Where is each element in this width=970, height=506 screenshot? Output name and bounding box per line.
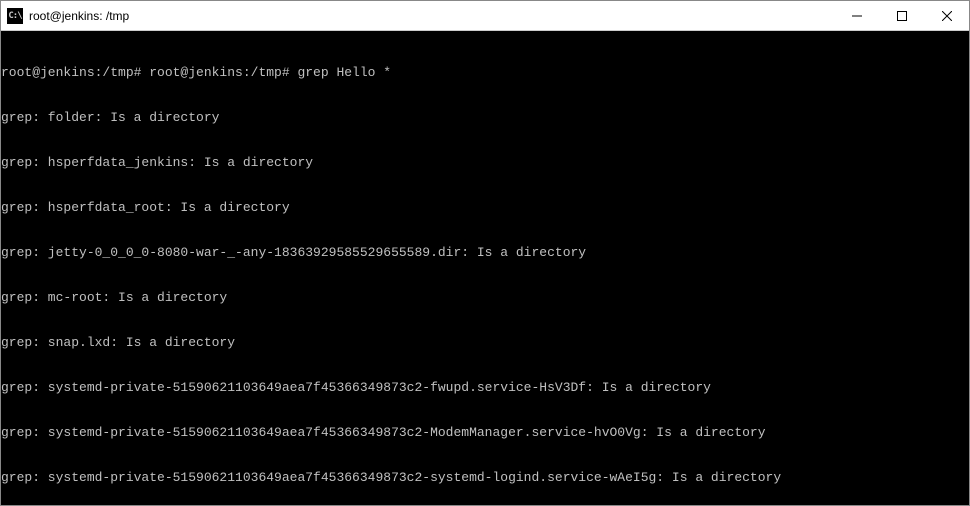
terminal-line: grep: systemd-private-51590621103649aea7… bbox=[1, 470, 969, 485]
minimize-icon bbox=[852, 11, 862, 21]
terminal-line: grep: systemd-private-51590621103649aea7… bbox=[1, 380, 969, 395]
terminal-line: grep: jetty-0_0_0_0-8080-war-_-any-18363… bbox=[1, 245, 969, 260]
terminal-line: grep: hsperfdata_jenkins: Is a directory bbox=[1, 155, 969, 170]
terminal-line: grep: systemd-private-51590621103649aea7… bbox=[1, 425, 969, 440]
close-icon bbox=[942, 11, 952, 21]
terminal-line: grep: mc-root: Is a directory bbox=[1, 290, 969, 305]
terminal-line: grep: hsperfdata_root: Is a directory bbox=[1, 200, 969, 215]
terminal-line: grep: folder: Is a directory bbox=[1, 110, 969, 125]
minimize-button[interactable] bbox=[834, 1, 879, 31]
maximize-icon bbox=[897, 11, 907, 21]
terminal-icon: C:\ bbox=[7, 8, 23, 24]
terminal-body[interactable]: root@jenkins:/tmp# root@jenkins:/tmp# gr… bbox=[1, 31, 969, 505]
window-title: root@jenkins: /tmp bbox=[29, 9, 834, 23]
window-controls bbox=[834, 1, 969, 31]
titlebar: C:\ root@jenkins: /tmp bbox=[1, 1, 969, 31]
terminal-line: root@jenkins:/tmp# root@jenkins:/tmp# gr… bbox=[1, 65, 969, 80]
maximize-button[interactable] bbox=[879, 1, 924, 31]
close-button[interactable] bbox=[924, 1, 969, 31]
terminal-line: grep: snap.lxd: Is a directory bbox=[1, 335, 969, 350]
terminal-window: C:\ root@jenkins: /tmp root@jenkins:/tmp… bbox=[0, 0, 970, 506]
